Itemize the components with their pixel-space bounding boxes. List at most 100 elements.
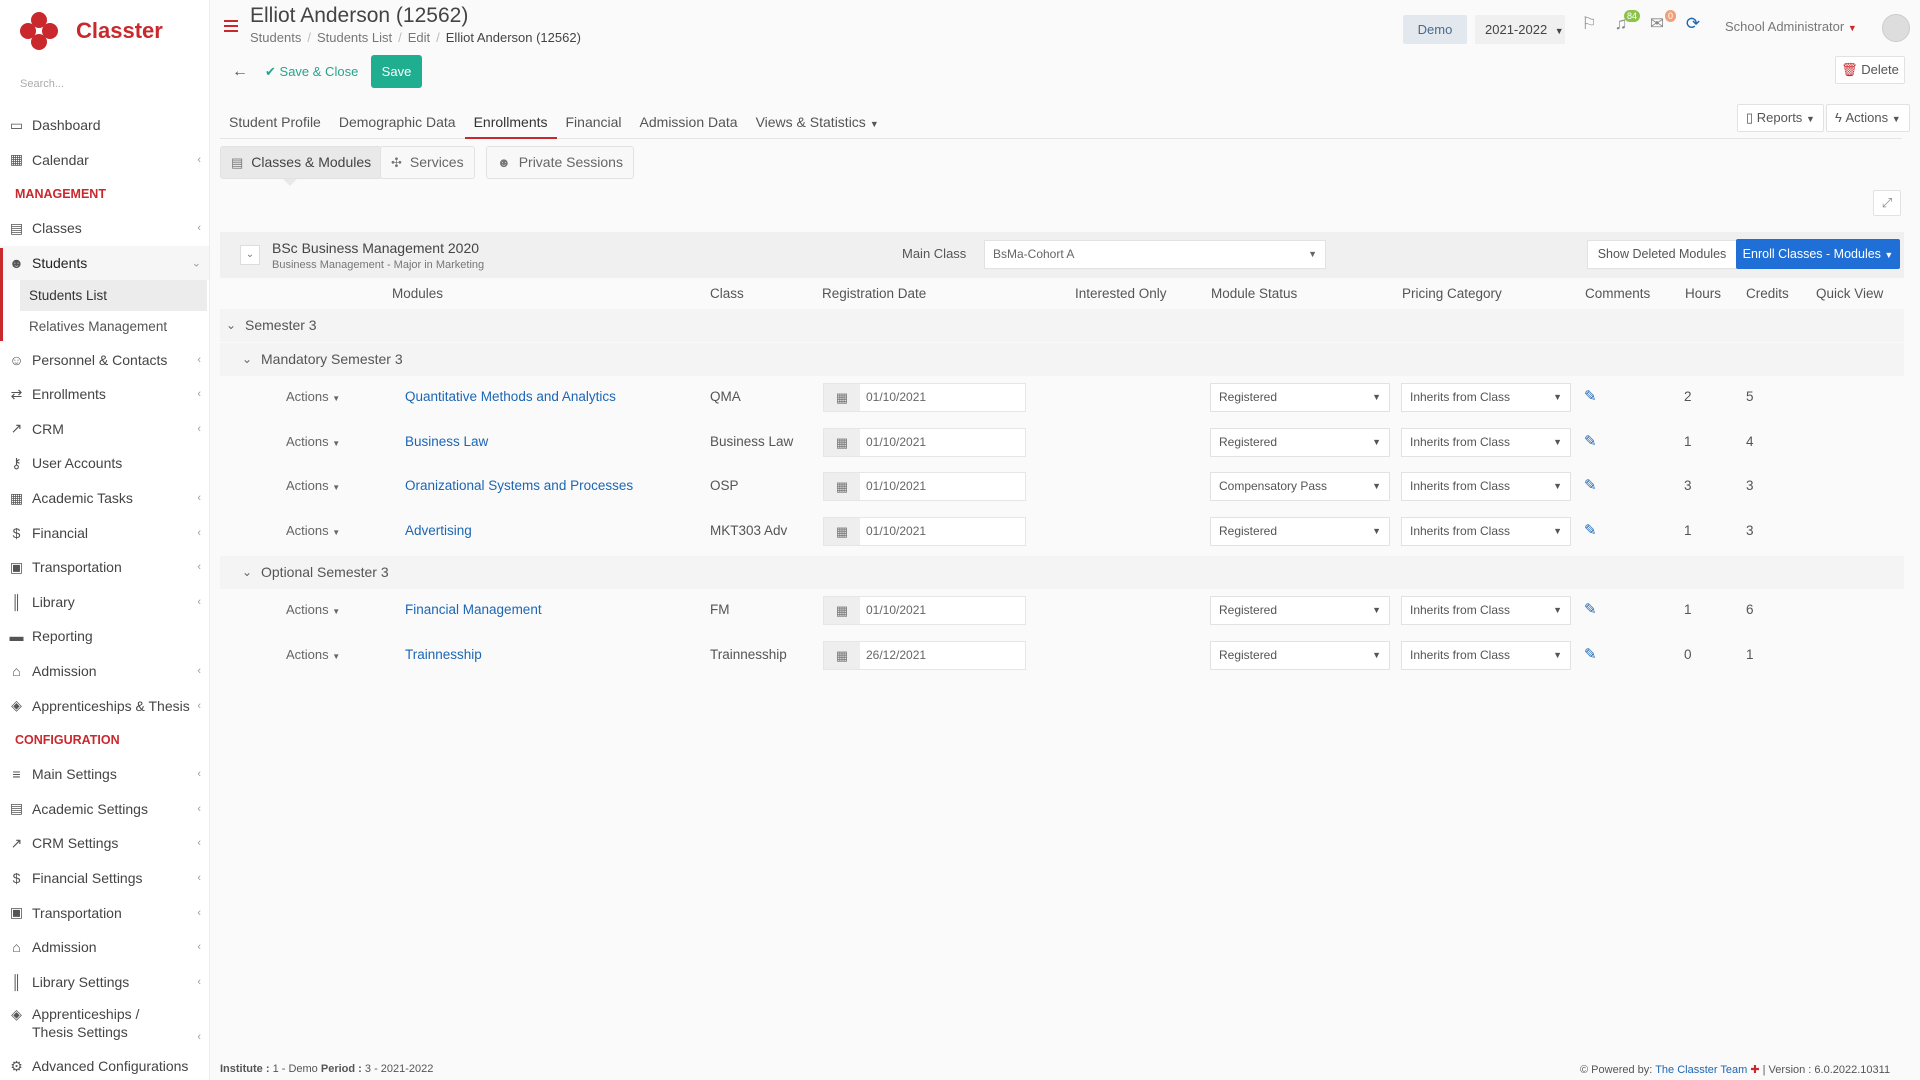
pricing-category-select[interactable]: Inherits from Class ▼ bbox=[1401, 428, 1571, 457]
module-link[interactable]: Financial Management bbox=[405, 602, 542, 617]
registration-date-field[interactable]: ▦ 01/10/2021 bbox=[823, 428, 1026, 457]
delete-button[interactable]: 🗑 Delete bbox=[1835, 56, 1905, 84]
edit-comment-icon[interactable]: ✎ bbox=[1584, 476, 1597, 494]
module-link[interactable]: Trainnesship bbox=[405, 647, 482, 662]
pricing-category-select[interactable]: Inherits from Class ▼ bbox=[1401, 641, 1571, 670]
sidebar-item-academic-settings[interactable]: ▤ Academic Settings ‹ bbox=[0, 792, 209, 827]
subtab-services[interactable]: ✣ Services bbox=[380, 146, 475, 179]
subtab-classes-modules[interactable]: ▤ Classes & Modules bbox=[220, 146, 383, 179]
tab-admission-data[interactable]: Admission Data bbox=[631, 106, 747, 139]
sidebar-item-user-accounts[interactable]: ⚷ User Accounts bbox=[0, 446, 209, 481]
module-status-select[interactable]: Registered ▼ bbox=[1210, 641, 1390, 670]
calendar-icon[interactable]: ▦ bbox=[824, 473, 860, 500]
demo-button[interactable]: Demo bbox=[1403, 15, 1467, 44]
group-semester[interactable]: ⌄ Semester 3 bbox=[220, 309, 1904, 342]
menu-toggle-icon[interactable] bbox=[224, 20, 238, 35]
reports-button[interactable]: ▯ Reports ▼ bbox=[1737, 104, 1824, 132]
edit-comment-icon[interactable]: ✎ bbox=[1584, 432, 1597, 450]
year-selector[interactable]: 2021-2022 ▼ bbox=[1475, 15, 1565, 44]
sidebar-item-advanced-configurations[interactable]: ⚙ Advanced Configurations bbox=[0, 1049, 209, 1080]
row-actions-dropdown[interactable]: Actions ▼ bbox=[286, 389, 340, 404]
module-link[interactable]: Oranizational Systems and Processes bbox=[405, 478, 633, 493]
tab-enrollments[interactable]: Enrollments bbox=[464, 106, 557, 139]
sidebar-item-classes[interactable]: ▤ Classes ‹ bbox=[0, 211, 209, 246]
calendar-icon[interactable]: ▦ bbox=[824, 518, 860, 545]
row-actions-dropdown[interactable]: Actions ▼ bbox=[286, 602, 340, 617]
envelope-icon[interactable]: ✉ 0 bbox=[1646, 10, 1676, 36]
sidebar-item-admission-settings[interactable]: ⌂ Admission ‹ bbox=[0, 930, 209, 965]
sync-icon[interactable]: ⟳ bbox=[1682, 14, 1704, 36]
save-button[interactable]: Save bbox=[371, 55, 422, 88]
pricing-category-select[interactable]: Inherits from Class ▼ bbox=[1401, 472, 1571, 501]
module-link[interactable]: Advertising bbox=[405, 523, 472, 538]
breadcrumb-item[interactable]: Edit bbox=[408, 30, 430, 45]
sidebar-item-personnel[interactable]: ☺ Personnel & Contacts ‹ bbox=[0, 342, 209, 377]
edit-comment-icon[interactable]: ✎ bbox=[1584, 600, 1597, 618]
sidebar-search-input[interactable]: Search... bbox=[10, 70, 199, 98]
sidebar-subitem-students-list[interactable]: Students List bbox=[20, 280, 207, 312]
registration-date-field[interactable]: ▦ 26/12/2021 bbox=[823, 641, 1026, 670]
calendar-icon[interactable]: ▦ bbox=[824, 384, 860, 411]
pricing-category-select[interactable]: Inherits from Class ▼ bbox=[1401, 517, 1571, 546]
logo[interactable]: Classter bbox=[0, 0, 209, 62]
calendar-icon[interactable]: ▦ bbox=[824, 642, 860, 669]
module-link[interactable]: Quantitative Methods and Analytics bbox=[405, 389, 616, 404]
avatar[interactable] bbox=[1882, 14, 1910, 42]
expand-icon[interactable]: ⤢ bbox=[1873, 190, 1901, 216]
registration-date-field[interactable]: ▦ 01/10/2021 bbox=[823, 472, 1026, 501]
edit-comment-icon[interactable]: ✎ bbox=[1584, 387, 1597, 405]
module-status-select[interactable]: Compensatory Pass ▼ bbox=[1210, 472, 1390, 501]
edit-comment-icon[interactable]: ✎ bbox=[1584, 521, 1597, 539]
back-arrow-icon[interactable]: ← bbox=[232, 63, 248, 81]
tab-views-statistics[interactable]: Views & Statistics ▼ bbox=[747, 106, 888, 139]
registration-date-field[interactable]: ▦ 01/10/2021 bbox=[823, 596, 1026, 625]
sidebar-item-academic-tasks[interactable]: ▦ Academic Tasks ‹ bbox=[0, 481, 209, 516]
module-status-select[interactable]: Registered ▼ bbox=[1210, 383, 1390, 412]
registration-date-field[interactable]: ▦ 01/10/2021 bbox=[823, 517, 1026, 546]
user-menu[interactable]: School Administrator ▼ bbox=[1725, 19, 1857, 34]
pricing-category-select[interactable]: Inherits from Class ▼ bbox=[1401, 383, 1571, 412]
sidebar-item-admission[interactable]: ⌂ Admission ‹ bbox=[0, 654, 209, 689]
module-link[interactable]: Business Law bbox=[405, 434, 488, 449]
row-actions-dropdown[interactable]: Actions ▼ bbox=[286, 523, 340, 538]
module-status-select[interactable]: Registered ▼ bbox=[1210, 596, 1390, 625]
row-actions-dropdown[interactable]: Actions ▼ bbox=[286, 434, 340, 449]
calendar-icon[interactable]: ▦ bbox=[824, 429, 860, 456]
tab-student-profile[interactable]: Student Profile bbox=[220, 106, 330, 139]
group-optional[interactable]: ⌄ Optional Semester 3 bbox=[220, 556, 1904, 589]
sidebar-item-crm[interactable]: ↗ CRM ‹ bbox=[0, 412, 209, 447]
sidebar-item-reporting[interactable]: ▬ Reporting bbox=[0, 619, 209, 654]
sidebar-item-main-settings[interactable]: ≡ Main Settings ‹ bbox=[0, 757, 209, 792]
sidebar-item-transportation[interactable]: ▣ Transportation ‹ bbox=[0, 550, 209, 585]
registration-date-field[interactable]: ▦ 01/10/2021 bbox=[823, 383, 1026, 412]
breadcrumb-item[interactable]: Students bbox=[250, 30, 301, 45]
sidebar-item-library[interactable]: ║ Library ‹ bbox=[0, 585, 209, 620]
sidebar-item-financial[interactable]: $ Financial ‹ bbox=[0, 515, 209, 550]
module-status-select[interactable]: Registered ▼ bbox=[1210, 428, 1390, 457]
row-actions-dropdown[interactable]: Actions ▼ bbox=[286, 478, 340, 493]
save-close-button[interactable]: ✔ Save & Close bbox=[265, 64, 358, 80]
sidebar-item-calendar[interactable]: ▦ Calendar ‹ bbox=[0, 143, 209, 178]
sidebar-item-dashboard[interactable]: ▭ Dashboard bbox=[0, 108, 209, 143]
sidebar-item-crm-settings[interactable]: ↗ CRM Settings ‹ bbox=[0, 826, 209, 861]
edit-comment-icon[interactable]: ✎ bbox=[1584, 645, 1597, 663]
sidebar-item-financial-settings[interactable]: $ Financial Settings ‹ bbox=[0, 861, 209, 896]
flag-icon[interactable]: ⚐ bbox=[1578, 14, 1600, 36]
module-status-select[interactable]: Registered ▼ bbox=[1210, 517, 1390, 546]
sidebar-item-apprenticeships[interactable]: ◈ Apprenticeships & Thesis ‹ bbox=[0, 688, 209, 723]
sidebar-item-library-settings[interactable]: ║ Library Settings ‹ bbox=[0, 964, 209, 999]
pricing-category-select[interactable]: Inherits from Class ▼ bbox=[1401, 596, 1571, 625]
sidebar-item-enrollments[interactable]: ⇄ Enrollments ‹ bbox=[0, 377, 209, 412]
main-class-select[interactable]: BsMa-Cohort A ▼ bbox=[984, 240, 1326, 269]
tab-demographic-data[interactable]: Demographic Data bbox=[330, 106, 465, 139]
powered-link[interactable]: The Classter Team bbox=[1655, 1064, 1747, 1076]
group-mandatory[interactable]: ⌄ Mandatory Semester 3 bbox=[220, 343, 1904, 376]
sidebar-subitem-relatives-management[interactable]: Relatives Management bbox=[20, 311, 207, 342]
sidebar-item-transportation-settings[interactable]: ▣ Transportation ‹ bbox=[0, 895, 209, 930]
bell-icon[interactable]: ♫ 84 bbox=[1610, 10, 1640, 36]
breadcrumb-item[interactable]: Students List bbox=[317, 30, 392, 45]
subtab-private-sessions[interactable]: ☻ Private Sessions bbox=[486, 146, 634, 179]
sidebar-item-students[interactable]: ☻ Students ⌄ bbox=[0, 245, 209, 281]
calendar-icon[interactable]: ▦ bbox=[824, 597, 860, 624]
enroll-classes-modules-button[interactable]: Enroll Classes - Modules ▼ bbox=[1736, 239, 1900, 269]
